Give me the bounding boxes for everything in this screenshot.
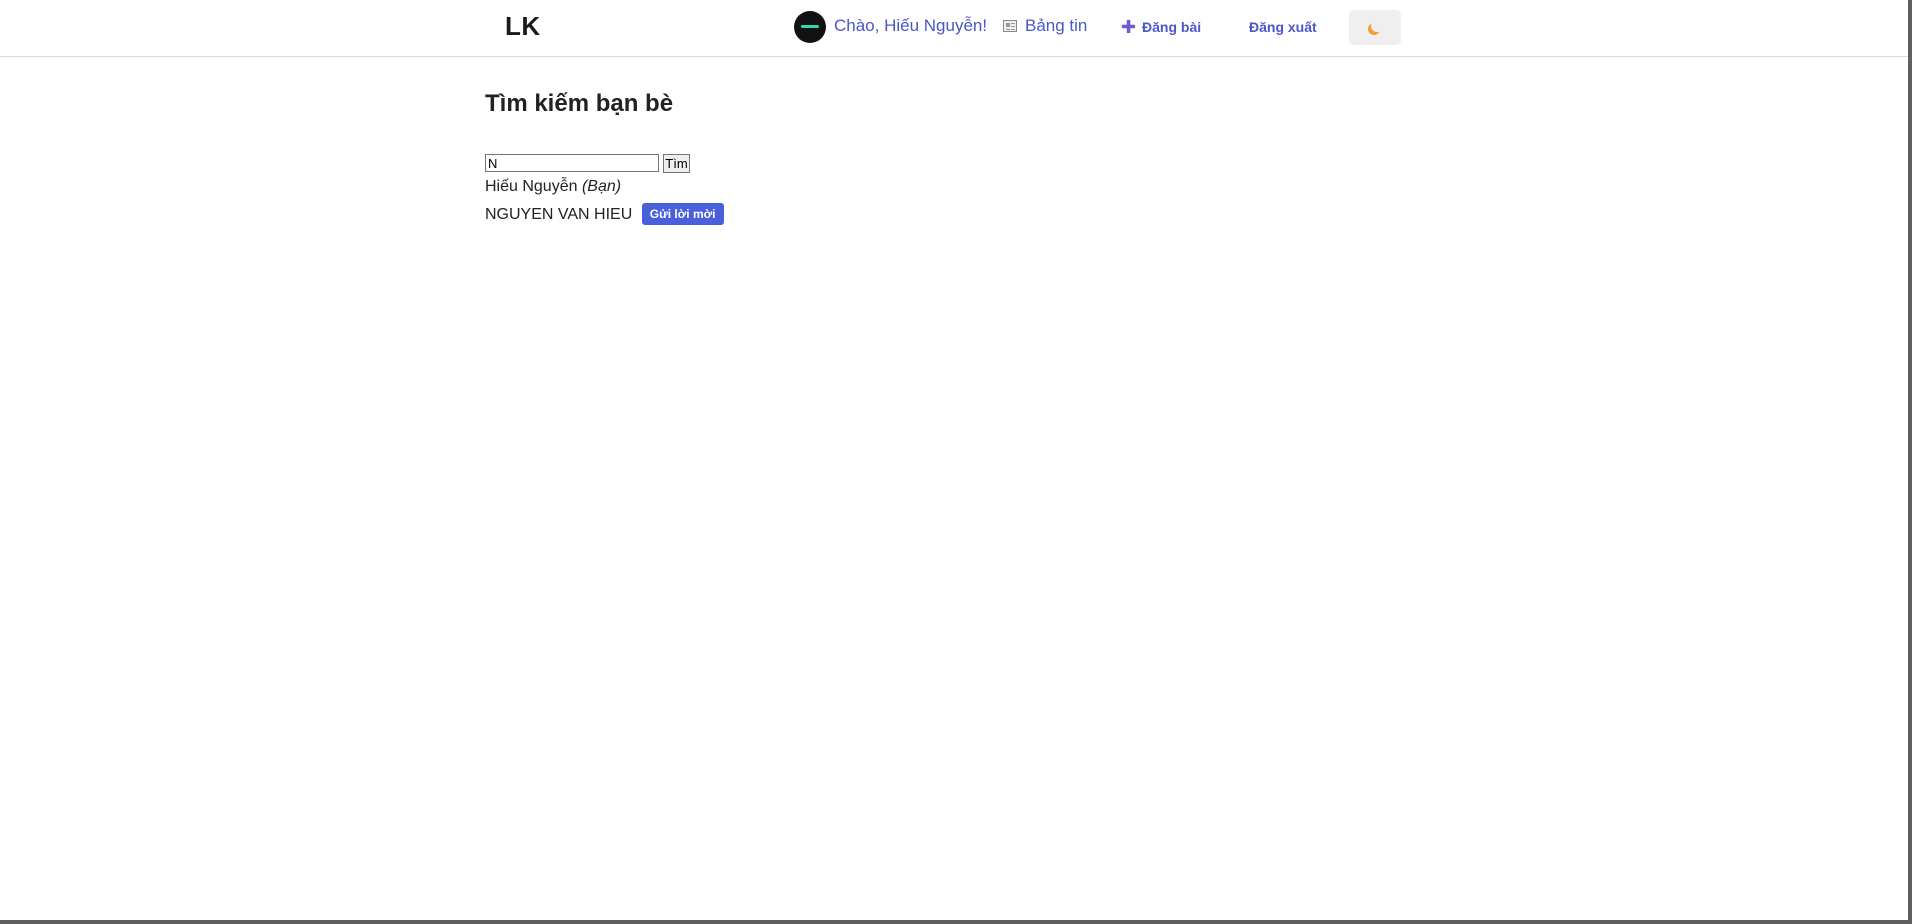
friend-search-input[interactable]: [485, 154, 659, 172]
result-name: NGUYEN VAN HIEU: [485, 206, 633, 224]
window-frame-right: [1908, 0, 1912, 924]
search-button[interactable]: Tìm: [663, 154, 690, 173]
newsfeed-link[interactable]: Bảng tin: [1025, 16, 1087, 36]
logout-link[interactable]: Đăng xuất: [1249, 19, 1317, 35]
search-result-row: Hiếu Nguyễn (Bạn): [485, 178, 621, 196]
top-navbar: LK Chào, Hiếu Nguyễn! Bảng tin ✚ Đăng bà…: [0, 0, 1908, 57]
self-tag: (Bạn): [581, 178, 622, 195]
page-title: Tìm kiếm bạn bè: [485, 90, 674, 117]
newspaper-icon: [1003, 20, 1017, 32]
user-avatar[interactable]: [794, 11, 826, 43]
create-post-link[interactable]: Đăng bài: [1142, 19, 1201, 35]
result-name: Hiếu Nguyễn: [485, 178, 578, 195]
search-result-row: NGUYEN VAN HIEU Gửi lời mời: [485, 203, 724, 226]
plus-icon: ✚: [1121, 17, 1137, 37]
send-friend-request-button[interactable]: Gửi lời mời: [641, 203, 724, 225]
avatar-graphic: [801, 25, 819, 28]
site-logo[interactable]: LK: [505, 11, 541, 42]
user-greeting-link[interactable]: Chào, Hiếu Nguyễn!: [834, 16, 987, 36]
moon-icon: [1371, 20, 1383, 32]
window-frame-bottom: [0, 920, 1912, 924]
theme-toggle-button[interactable]: [1349, 10, 1401, 45]
